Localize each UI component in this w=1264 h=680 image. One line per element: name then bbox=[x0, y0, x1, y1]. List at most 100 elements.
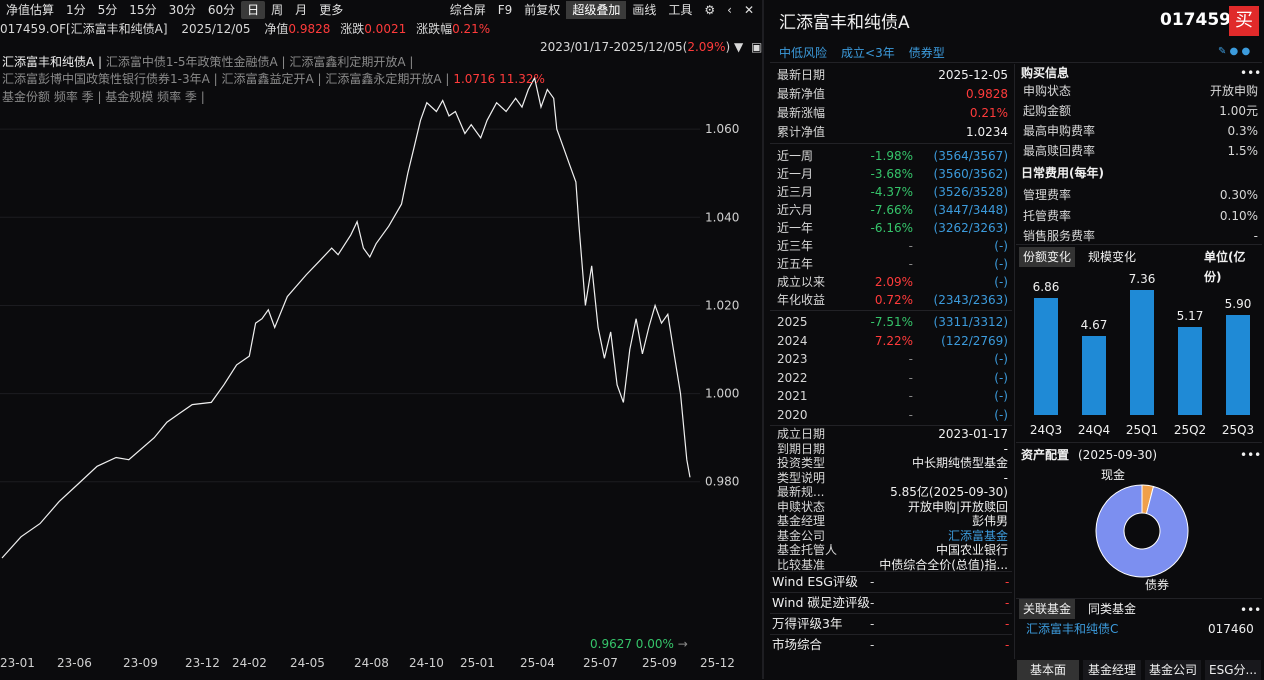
dropdown-icon[interactable]: ▼ bbox=[734, 40, 743, 54]
rating-value2: - bbox=[1005, 596, 1010, 610]
year-rank[interactable]: (-) bbox=[927, 369, 1008, 387]
buy-info-label: 申购状态 bbox=[1023, 84, 1072, 98]
tab-size-change[interactable]: 规模变化 bbox=[1084, 247, 1140, 267]
perf-rank[interactable]: (-) bbox=[927, 273, 1008, 291]
legend-item-2[interactable]: 汇添富鑫利定期开放A | bbox=[289, 55, 413, 69]
quote-date: 2025/12/05 bbox=[181, 22, 251, 36]
edit-icon[interactable]: ✎ ● ● bbox=[1218, 46, 1250, 57]
x-tick-label: 24-08 bbox=[354, 656, 389, 670]
bottom-tab[interactable]: 基金经理 bbox=[1083, 660, 1141, 680]
tb-15min[interactable]: 15分 bbox=[123, 1, 162, 19]
year-rank[interactable]: (3311/3312) bbox=[927, 313, 1008, 331]
tb-5min[interactable]: 5分 bbox=[92, 1, 124, 19]
basic-label: 到期日期 bbox=[777, 441, 826, 456]
tb-composite[interactable]: 综合屏 bbox=[444, 1, 492, 19]
tb-day[interactable]: 日 bbox=[241, 1, 266, 19]
bottom-tab[interactable]: 基金公司 bbox=[1145, 660, 1201, 680]
tb-draw[interactable]: 画线 bbox=[626, 1, 662, 19]
panel-divider bbox=[762, 0, 764, 679]
buy-button[interactable]: 买 bbox=[1229, 6, 1259, 36]
chevron-left-icon[interactable]: ‹ bbox=[721, 1, 738, 19]
close-icon[interactable]: ✕ bbox=[738, 1, 760, 19]
perf-label: 近三月 bbox=[777, 185, 814, 199]
tab-similar-fund[interactable]: 同类基金 bbox=[1084, 599, 1140, 619]
tb-60min[interactable]: 60分 bbox=[202, 1, 241, 19]
more-icon[interactable]: ••• bbox=[1240, 64, 1261, 82]
year-rank[interactable]: (-) bbox=[927, 406, 1008, 424]
share-bar[interactable] bbox=[1130, 290, 1154, 415]
tb-super-overlay[interactable]: 超级叠加 bbox=[566, 1, 627, 19]
perf-value: -4.37% bbox=[870, 185, 913, 199]
perf-rank[interactable]: (-) bbox=[927, 237, 1008, 255]
bar-value-label: 5.90 bbox=[1224, 296, 1252, 311]
year-rank[interactable]: (-) bbox=[927, 387, 1008, 405]
tb-nav-estimate[interactable]: 净值估算 bbox=[0, 1, 60, 19]
rating-value2: - bbox=[1005, 575, 1010, 589]
date-range[interactable]: 2023/01/17-2025/12/05(2.09%) ▼ ▣ bbox=[540, 40, 762, 54]
bar-value-label: 7.36 bbox=[1128, 272, 1156, 286]
tag-age[interactable]: 成立<3年 bbox=[841, 44, 895, 61]
tb-forward-adjust[interactable]: 前复权 bbox=[518, 1, 566, 19]
tab-share-change[interactable]: 份额变化 bbox=[1019, 247, 1076, 267]
rating-value: - bbox=[870, 596, 875, 610]
tb-1min[interactable]: 1分 bbox=[60, 1, 92, 19]
pct-value: 0.21% bbox=[452, 22, 491, 36]
bar-quarter-label: 24Q3 bbox=[1029, 423, 1063, 437]
share-bar[interactable] bbox=[1082, 335, 1106, 415]
nav-line-chart[interactable]: 1.060 1.040 1.020 1.000 0.980 bbox=[0, 38, 760, 658]
legend-item-4[interactable]: 汇添富鑫益定开A | bbox=[222, 72, 322, 86]
tb-more[interactable]: 更多 bbox=[313, 1, 349, 19]
tb-tools[interactable]: 工具 bbox=[662, 1, 698, 19]
perf-rank[interactable]: (-) bbox=[927, 255, 1008, 273]
legend-item-3[interactable]: 汇添富彭博中国政策性银行债券1-3年A | bbox=[2, 72, 218, 86]
tb-30min[interactable]: 30分 bbox=[163, 1, 202, 19]
tab-related-fund[interactable]: 关联基金 bbox=[1019, 599, 1076, 619]
basic-label: 投资类型 bbox=[777, 456, 826, 470]
tag-type[interactable]: 债券型 bbox=[909, 44, 945, 61]
tb-week[interactable]: 周 bbox=[265, 1, 289, 19]
perf-rank[interactable]: (3560/3562) bbox=[927, 165, 1008, 183]
bottom-tab[interactable]: 基本面 bbox=[1017, 660, 1079, 680]
more-icon[interactable]: ••• bbox=[1240, 601, 1261, 619]
rating-separator bbox=[770, 634, 1012, 635]
legend-item-5[interactable]: 汇添富鑫永定期开放A | bbox=[325, 72, 449, 86]
pie-slice-bond[interactable] bbox=[1095, 484, 1189, 578]
y-tick-label: 1.000 bbox=[705, 387, 739, 401]
related-fund-name[interactable]: 汇添富丰和纯债C bbox=[1026, 620, 1118, 638]
basic-value[interactable]: 汇添富基金 bbox=[848, 529, 1008, 543]
legend-item-1[interactable]: 汇添富中债1-5年政策性金融债A | bbox=[106, 55, 286, 69]
buy-info-value: 开放申购 bbox=[1209, 84, 1258, 98]
share-bar[interactable] bbox=[1034, 298, 1058, 415]
year-label: 2025 bbox=[777, 315, 808, 329]
year-rank[interactable]: (-) bbox=[927, 350, 1008, 368]
tb-f9[interactable]: F9 bbox=[492, 1, 519, 19]
perf-rank[interactable]: (3262/3263) bbox=[927, 219, 1008, 237]
buy-info-label: 最高赎回费率 bbox=[1023, 144, 1096, 158]
year-label: 2022 bbox=[777, 370, 808, 385]
fullscreen-icon[interactable]: ▣ bbox=[751, 40, 762, 54]
year-rank[interactable]: (122/2769) bbox=[927, 332, 1008, 350]
share-bar[interactable] bbox=[1226, 314, 1250, 415]
perf-rank[interactable]: (2343/2363) bbox=[927, 291, 1008, 309]
perf-rank[interactable]: (3447/3448) bbox=[927, 201, 1008, 219]
fee-label: 销售服务费率 bbox=[1023, 229, 1096, 243]
quote-info-line: 017459.OF[汇添富丰和纯债A] 2025/12/05 净值0.9828 … bbox=[0, 21, 760, 37]
perf-rank[interactable]: (3564/3567) bbox=[927, 147, 1008, 165]
perf-rank[interactable]: (3526/3528) bbox=[927, 183, 1008, 201]
share-bar[interactable] bbox=[1178, 327, 1202, 415]
x-tick-label: 24-05 bbox=[290, 656, 325, 670]
bar-quarter-label: 25Q1 bbox=[1125, 423, 1159, 437]
share-separator bbox=[1016, 442, 1262, 443]
legend-main[interactable]: 汇添富丰和纯债A | bbox=[2, 55, 102, 69]
legend-row-3[interactable]: 基金份额 频率 季 | 基金规模 频率 季 | bbox=[2, 88, 205, 105]
x-tick-label: 25-01 bbox=[460, 656, 495, 670]
tag-risk[interactable]: 中低风险 bbox=[779, 44, 827, 61]
tb-month[interactable]: 月 bbox=[289, 1, 313, 19]
more-icon[interactable]: ••• bbox=[1240, 446, 1261, 464]
unit-label: 单位(亿份) bbox=[1204, 250, 1246, 284]
fee-value: 0.10% bbox=[1219, 208, 1258, 223]
bottom-tab[interactable]: ESG分... bbox=[1205, 660, 1261, 680]
gear-icon[interactable]: ⚙ bbox=[698, 1, 721, 19]
asset-pie-chart[interactable] bbox=[1092, 481, 1192, 581]
year-label: 2023 bbox=[777, 352, 808, 366]
